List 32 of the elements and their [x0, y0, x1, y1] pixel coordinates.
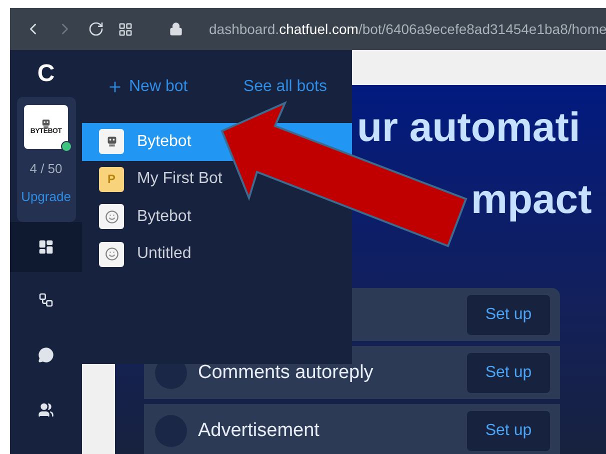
bot-avatar: P [99, 166, 124, 192]
plus-icon [107, 78, 123, 94]
flow-icon [38, 292, 54, 308]
setup-button[interactable]: Set up [467, 410, 550, 450]
bot-item[interactable]: Bytebot [82, 198, 352, 236]
bot-name: My First Bot [137, 170, 222, 188]
people-icon [38, 402, 54, 418]
nav-item[interactable] [10, 222, 82, 272]
dashboard-icon [38, 239, 54, 255]
chat-icon [38, 346, 54, 362]
smiley-icon [104, 247, 118, 262]
address-text[interactable]: dashboard.chatfuel.com/bot/6406a9ecefe8ad31454e1ba8/home [209, 21, 606, 37]
robot-icon [40, 118, 52, 128]
task-title: Comments autoreply [198, 362, 374, 384]
logo[interactable]: C [37, 50, 55, 97]
headline-text: mpact [471, 175, 592, 223]
bot-name: Bytebot [137, 208, 192, 226]
upgrade-link[interactable]: Upgrade [21, 189, 71, 204]
grid-icon[interactable] [118, 22, 133, 36]
reload-icon[interactable] [88, 21, 104, 37]
task-title: Advertisement [198, 420, 320, 442]
usage-count: 4 / 50 [30, 161, 62, 176]
bot-name: Untitled [137, 245, 192, 264]
smiley-icon [104, 210, 118, 224]
setup-button[interactable]: Set up [467, 352, 550, 392]
setup-button[interactable]: Set up [467, 294, 550, 334]
bot-item[interactable]: Untitled [82, 236, 352, 273]
new-bot-button[interactable]: New bot [107, 78, 188, 96]
see-all-link[interactable]: See all bots [243, 78, 327, 96]
lock-icon [169, 22, 183, 36]
bot-name: Bytebot [137, 132, 192, 151]
headline-text: ur automati [357, 103, 580, 151]
